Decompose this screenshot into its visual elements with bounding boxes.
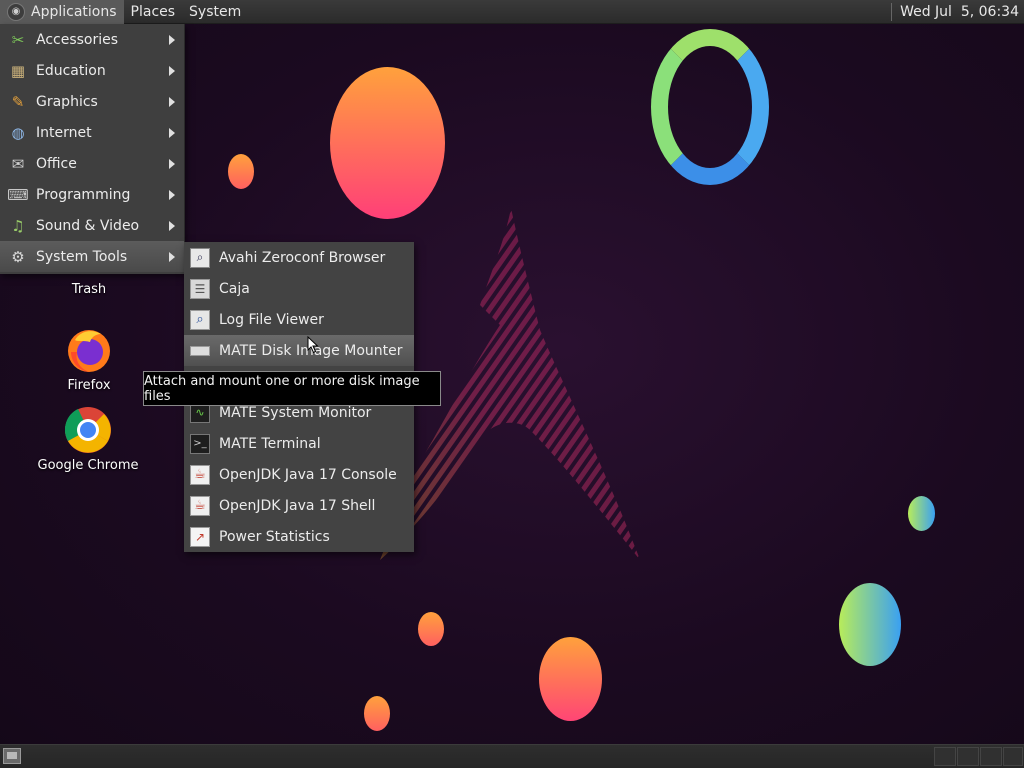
firefox-label: Firefox (67, 378, 111, 393)
bottom-panel (0, 744, 1024, 768)
submenu-arrow-icon (169, 159, 175, 169)
submenu-arrow-icon (169, 190, 175, 200)
menu-item-label: Caja (219, 280, 250, 297)
internet-icon: ◍ (11, 123, 25, 142)
top-panel: ◉ Applications Places System Wed Jul 5, … (0, 0, 1024, 24)
submenu-arrow-icon (169, 66, 175, 76)
menu-category-programming[interactable]: ⌨ Programming (0, 179, 184, 210)
category-label: Programming (36, 186, 131, 203)
menu-item-label: Power Statistics (219, 528, 330, 545)
menu-category-accessories[interactable]: ✂ Accessories (0, 24, 184, 55)
workspace-3[interactable] (980, 747, 1002, 766)
category-label: Sound & Video (36, 217, 140, 234)
category-label: System Tools (36, 248, 128, 265)
applications-menu[interactable]: ◉ Applications (0, 0, 124, 24)
trash-label: Trash (71, 282, 107, 297)
menu-item-label: MATE Terminal (219, 435, 321, 452)
applications-dropdown: ✂ Accessories ▦ Education ✎ Graphics ◍ I… (0, 24, 185, 274)
menu-item-label: OpenJDK Java 17 Console (219, 466, 397, 483)
menu-category-education[interactable]: ▦ Education (0, 55, 184, 86)
accessories-icon: ✂ (11, 30, 25, 49)
chrome-label: Google Chrome (37, 458, 139, 473)
show-desktop-button[interactable] (3, 748, 21, 764)
clock-label: Wed Jul 5, 06:34 (900, 3, 1019, 20)
chrome-icon (65, 407, 111, 453)
workspace-4[interactable] (1003, 747, 1023, 766)
mouse-cursor-icon (307, 336, 319, 354)
menu-category-office[interactable]: ✉ Office (0, 148, 184, 179)
category-label: Office (36, 155, 77, 172)
category-label: Internet (36, 124, 92, 141)
avahi-icon: ⌕ (190, 247, 210, 268)
java-icon: ☕ (190, 464, 210, 485)
places-menu-label: Places (130, 3, 176, 20)
submenu-arrow-icon (169, 97, 175, 107)
desktop-icon-trash[interactable]: Trash (34, 278, 144, 297)
system-tools-icon: ⚙ (11, 247, 25, 266)
clock[interactable]: Wed Jul 5, 06:34 (891, 0, 1024, 24)
menu-item-java-console[interactable]: ☕ OpenJDK Java 17 Console (184, 459, 414, 490)
system-menu-label: System (189, 3, 242, 20)
submenu-arrow-icon (169, 221, 175, 231)
tooltip: Attach and mount one or more disk image … (143, 371, 441, 406)
desktop-icon-firefox[interactable]: Firefox (34, 326, 144, 393)
programming-icon: ⌨ (7, 185, 29, 204)
places-menu[interactable]: Places (124, 0, 183, 24)
office-icon: ✉ (11, 154, 25, 173)
category-label: Graphics (36, 93, 98, 110)
menu-category-internet[interactable]: ◍ Internet (0, 117, 184, 148)
menu-category-graphics[interactable]: ✎ Graphics (0, 86, 184, 117)
disk-icon (190, 345, 210, 356)
power-stats-icon: ↗ (190, 526, 210, 547)
graphics-icon: ✎ (11, 92, 25, 111)
menu-category-system-tools[interactable]: ⚙ System Tools (0, 241, 184, 272)
menu-item-power-statistics[interactable]: ↗ Power Statistics (184, 521, 414, 552)
menu-item-disk-image-mounter[interactable]: MATE Disk Image Mounter (184, 335, 414, 366)
menu-category-sound-video[interactable]: ♫ Sound & Video (0, 210, 184, 241)
menu-item-terminal[interactable]: >_ MATE Terminal (184, 428, 414, 459)
submenu-arrow-icon (169, 128, 175, 138)
java-icon: ☕ (190, 495, 210, 516)
category-label: Accessories (36, 31, 119, 48)
education-icon: ▦ (10, 61, 26, 80)
firefox-icon (68, 330, 110, 372)
panel-separator (891, 2, 893, 21)
workspace-1[interactable] (934, 747, 956, 766)
applications-menu-label: Applications (31, 3, 117, 20)
menu-item-label: MATE System Monitor (219, 404, 372, 421)
menu-item-label: OpenJDK Java 17 Shell (219, 497, 376, 514)
menu-item-label: Log File Viewer (219, 311, 324, 328)
menu-item-label: Avahi Zeroconf Browser (219, 249, 386, 266)
submenu-arrow-icon (169, 252, 175, 262)
terminal-icon: >_ (190, 433, 210, 454)
desktop-icon-chrome[interactable]: Google Chrome (33, 406, 143, 473)
mate-logo-icon: ◉ (7, 2, 25, 21)
menu-item-avahi[interactable]: ⌕ Avahi Zeroconf Browser (184, 242, 414, 273)
system-menu[interactable]: System (182, 0, 248, 24)
sound-video-icon: ♫ (11, 216, 25, 235)
menu-item-java-shell[interactable]: ☕ OpenJDK Java 17 Shell (184, 490, 414, 521)
submenu-arrow-icon (169, 35, 175, 45)
menu-item-caja[interactable]: ☰ Caja (184, 273, 414, 304)
category-label: Education (36, 62, 106, 79)
menu-item-log-file-viewer[interactable]: ⌕ Log File Viewer (184, 304, 414, 335)
log-viewer-icon: ⌕ (190, 309, 210, 330)
workspace-2[interactable] (957, 747, 979, 766)
tooltip-text: Attach and mount one or more disk image … (144, 373, 420, 404)
file-cabinet-icon: ☰ (190, 278, 210, 299)
